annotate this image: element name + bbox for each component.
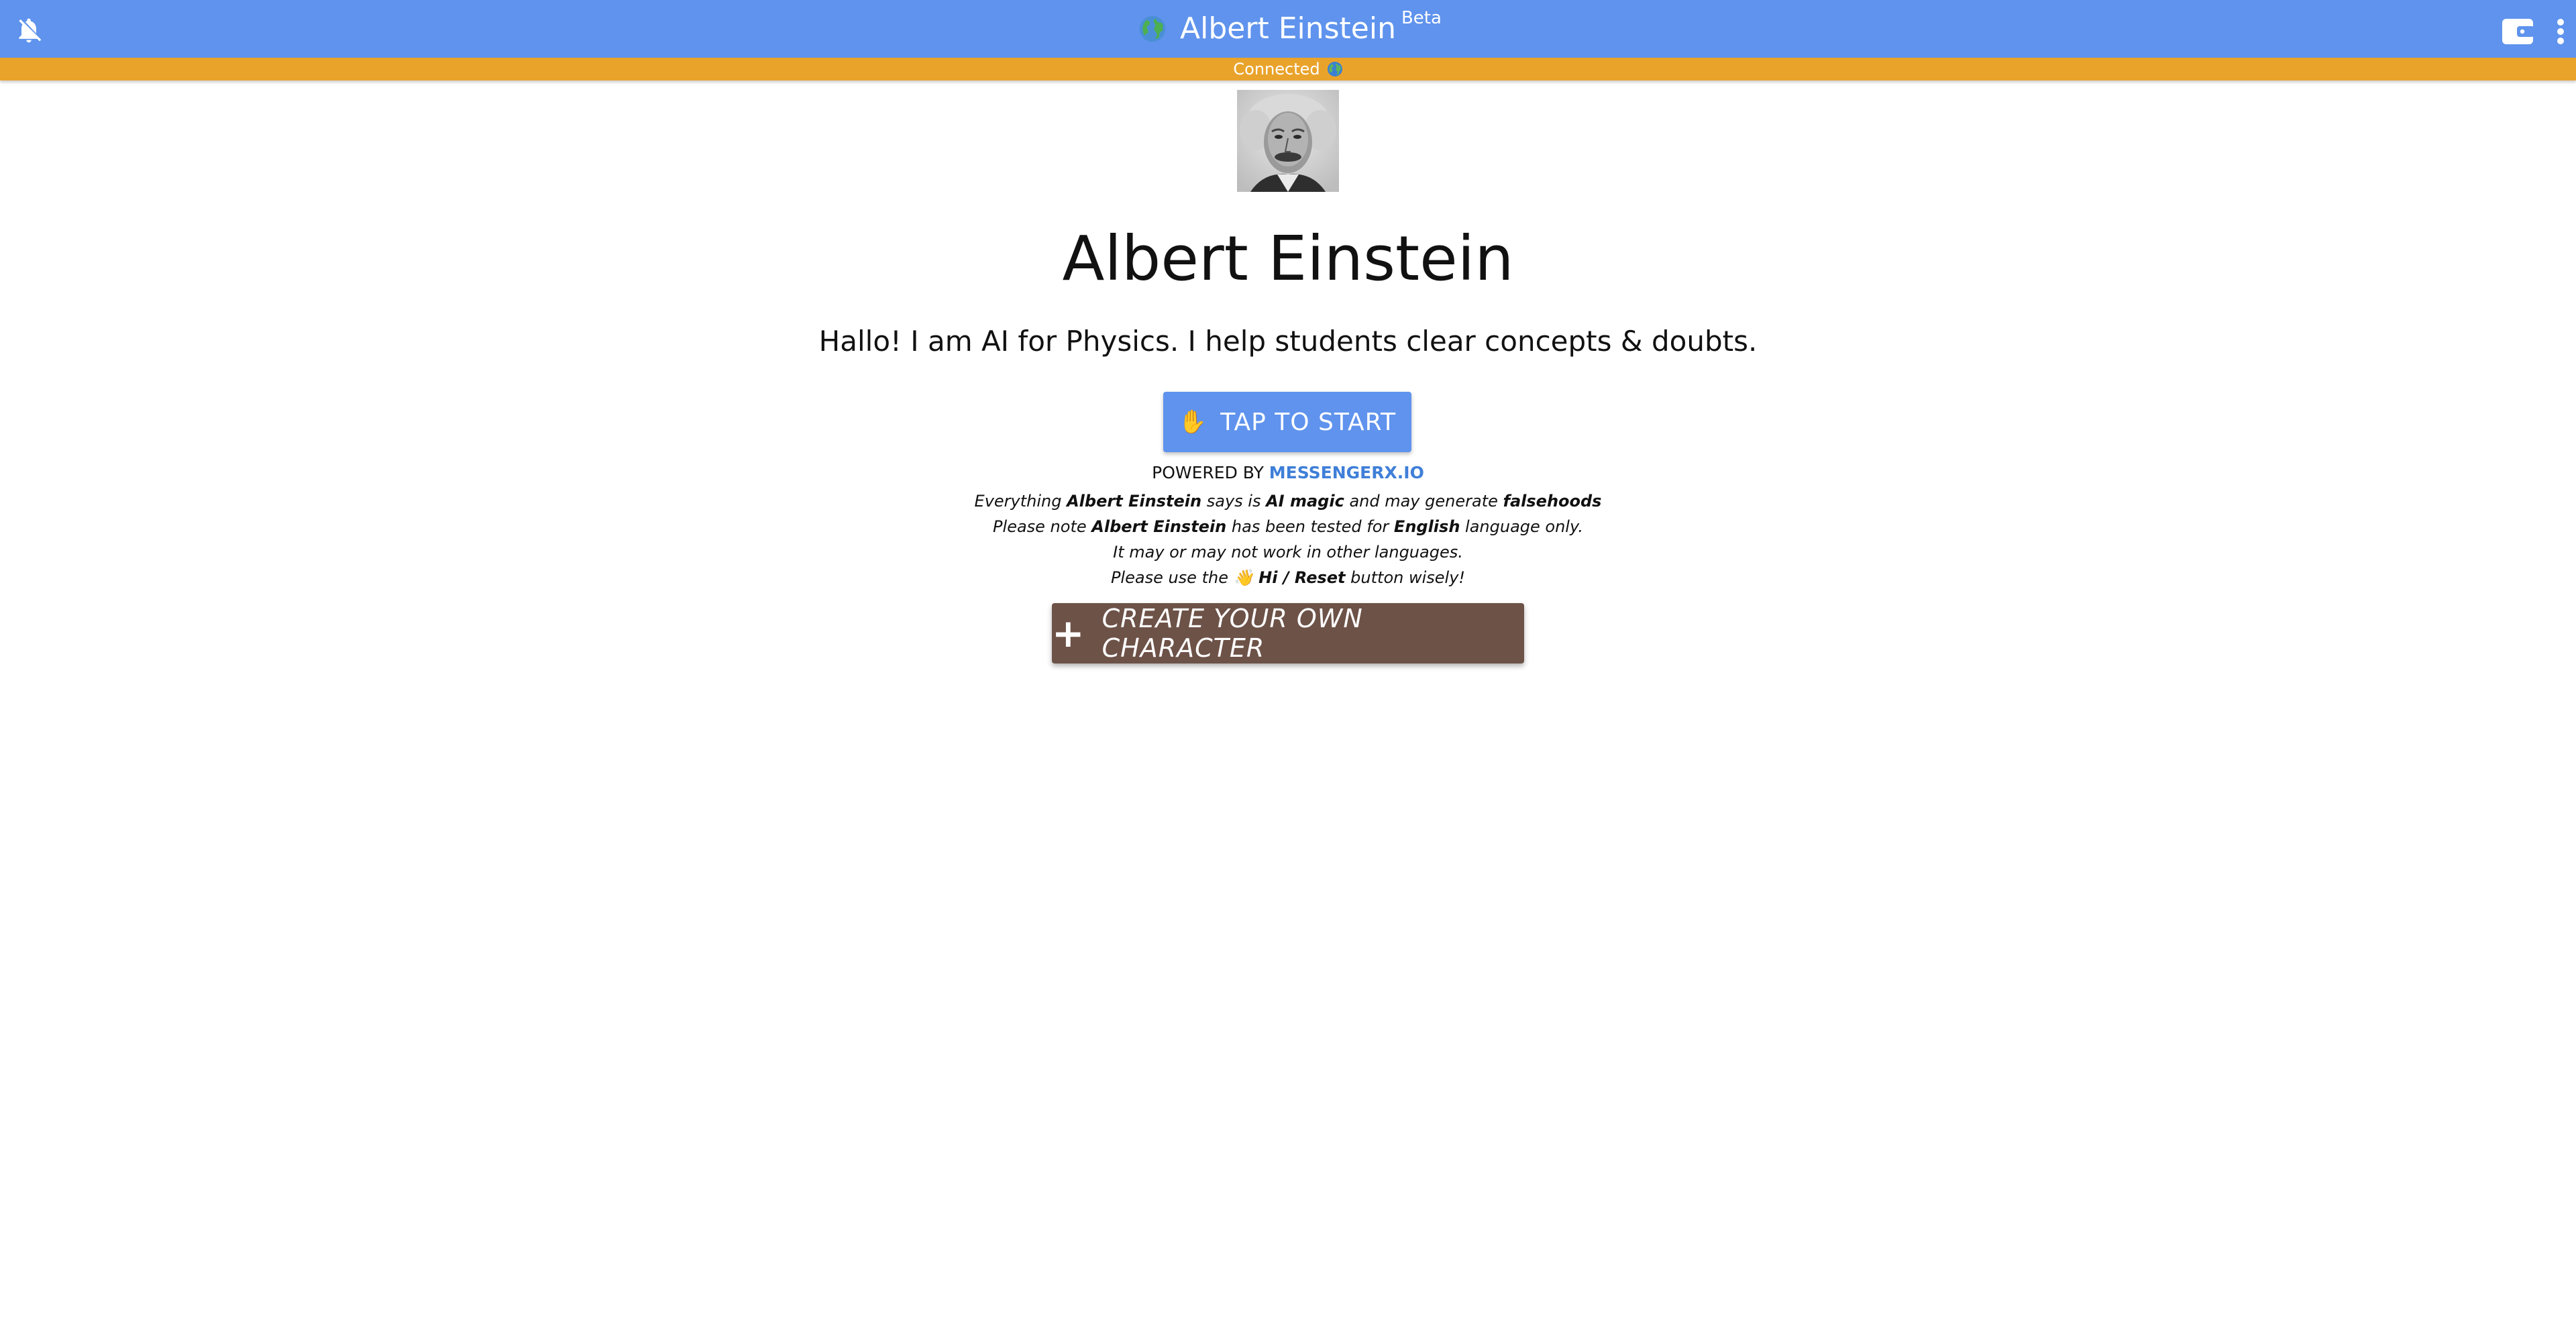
disclaimer-line-4: Please use the 👋 Hi / Reset button wisel… bbox=[1110, 568, 1466, 587]
tap-to-start-button[interactable]: ✋ TAP TO START bbox=[1163, 392, 1411, 452]
disclaimer-line-3: It may or may not work in other language… bbox=[1113, 543, 1463, 562]
connection-status-bar: Connected bbox=[0, 58, 2576, 81]
character-avatar bbox=[1237, 90, 1339, 192]
more-vert-icon bbox=[2557, 19, 2564, 25]
app-title-group: Albert Einstein Beta bbox=[1138, 8, 1442, 46]
disclaimer-line-2: Please note Albert Einstein has been tes… bbox=[993, 517, 1583, 536]
create-character-button[interactable]: + CREATE YOUR OWN CHARACTER bbox=[1052, 603, 1524, 664]
character-name: Albert Einstein bbox=[1062, 223, 1514, 295]
hand-icon: ✋ bbox=[1178, 409, 1208, 435]
wave-icon: 👋 bbox=[1233, 568, 1254, 587]
disclaimer-notes: Everything Albert Einstein says is AI ma… bbox=[0, 488, 2576, 590]
wallet-icon bbox=[2502, 19, 2534, 44]
bell-off-icon bbox=[19, 18, 42, 43]
powered-by: POWERED BY MESSENGERX.IO bbox=[0, 463, 2576, 482]
connection-status-text: Connected bbox=[1233, 60, 1320, 78]
notifications-off-button[interactable] bbox=[13, 15, 44, 46]
wallet-button[interactable] bbox=[2501, 16, 2536, 47]
powered-by-prefix: POWERED BY bbox=[1152, 463, 1264, 482]
globe-icon bbox=[1139, 15, 1166, 42]
plus-icon: + bbox=[1052, 611, 1085, 656]
globe-icon bbox=[1327, 62, 1342, 76]
beta-badge: Beta bbox=[1401, 8, 1442, 28]
disclaimer-line-1: Everything Albert Einstein says is AI ma… bbox=[974, 492, 1602, 511]
more-menu-button[interactable] bbox=[2551, 16, 2571, 47]
app-title: Albert Einstein bbox=[1180, 11, 1396, 46]
messengerx-link[interactable]: MESSENGERX.IO bbox=[1269, 463, 1424, 482]
tap-to-start-label: TAP TO START bbox=[1220, 408, 1397, 436]
app-header: Albert Einstein Beta bbox=[0, 0, 2576, 58]
character-tagline: Hallo! I am AI for Physics. I help stude… bbox=[818, 325, 1758, 358]
create-character-label: CREATE YOUR OWN CHARACTER bbox=[1102, 604, 1363, 663]
